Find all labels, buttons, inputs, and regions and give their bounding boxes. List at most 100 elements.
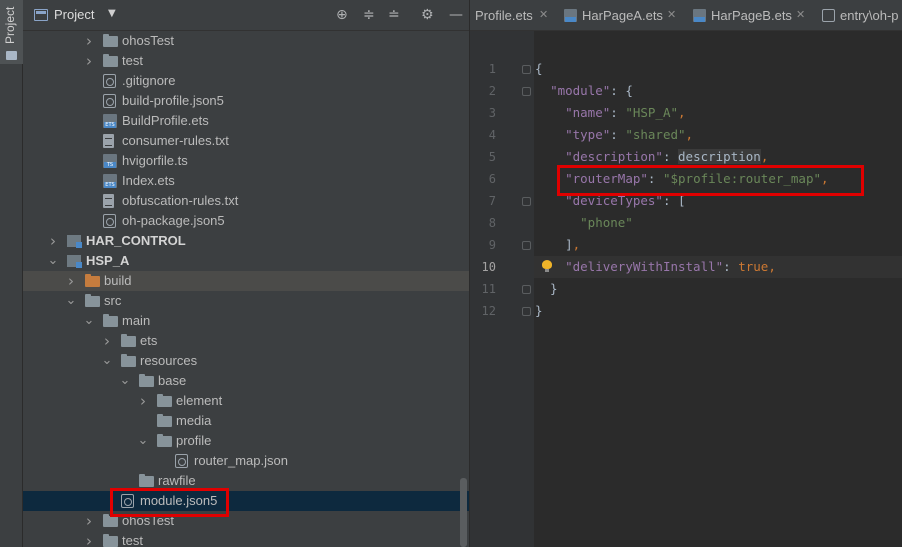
code-line[interactable]: { — [535, 58, 543, 80]
tree-item-label: HAR_CONTROL — [86, 233, 186, 248]
tree-item[interactable]: oh-package.json5 — [23, 211, 469, 231]
line-number: 8 — [488, 216, 496, 230]
code-line[interactable]: } — [535, 300, 543, 322]
chevron-right-icon[interactable]: › — [83, 51, 95, 71]
code-line[interactable]: "deliveryWithInstall": true, — [535, 256, 776, 278]
folder-icon — [121, 354, 136, 367]
chevron-down-icon[interactable]: ⌄ — [119, 371, 131, 391]
tree-item-label: hvigorfile.ts — [122, 153, 188, 168]
tree-item-label: base — [158, 373, 187, 388]
tree-item[interactable]: media — [23, 411, 469, 431]
chevron-down-icon[interactable]: ⌄ — [65, 291, 77, 311]
chevron-right-icon[interactable]: › — [137, 391, 149, 411]
tree-item[interactable]: consumer-rules.txt — [23, 131, 469, 151]
tree-item-label: consumer-rules.txt — [122, 133, 229, 148]
ts-file-icon: TS — [103, 154, 117, 168]
tree-item[interactable]: › test — [23, 51, 469, 71]
tree-item[interactable]: ⌄ base — [23, 371, 469, 391]
close-icon[interactable]: ✕ — [796, 0, 805, 30]
code-token: ] — [535, 237, 573, 252]
tree-item-label: .gitignore — [122, 73, 176, 88]
line-number: 3 — [488, 106, 496, 120]
chevron-down-icon[interactable]: ⌄ — [101, 351, 113, 371]
tree-item[interactable]: build-profile.json5 — [23, 91, 469, 111]
tree-item[interactable]: router_map.json — [23, 451, 469, 471]
collapse-all-icon[interactable]: ≐ — [388, 6, 400, 24]
tree-item[interactable]: › HAR_CONTROL — [23, 231, 469, 251]
code-line[interactable]: } — [535, 278, 558, 300]
code-token: } — [535, 281, 558, 296]
tree-item[interactable]: module.json5 — [23, 491, 469, 511]
tree-item[interactable]: ⌄ src — [23, 291, 469, 311]
tree-item[interactable]: TS hvigorfile.ts — [23, 151, 469, 171]
code-token: : — [723, 259, 739, 274]
tree-item[interactable]: obfuscation-rules.txt — [23, 191, 469, 211]
hide-panel-icon[interactable]: — — [449, 6, 463, 24]
code-line[interactable]: ], — [535, 234, 580, 256]
chevron-right-icon[interactable]: › — [65, 271, 77, 291]
folder-icon — [103, 34, 118, 47]
chevron-right-icon[interactable]: › — [47, 231, 59, 251]
tree-item[interactable]: ⌄ resources — [23, 351, 469, 371]
folder-icon — [139, 474, 154, 487]
code-line[interactable]: "name": "HSP_A", — [535, 102, 685, 124]
json-file-icon — [822, 9, 835, 22]
tree-item[interactable]: › ets — [23, 331, 469, 351]
fold-marker-icon[interactable] — [522, 65, 531, 74]
project-panel-title[interactable]: Project — [54, 7, 94, 22]
expand-all-icon[interactable]: ≑ — [363, 6, 375, 24]
tree-item[interactable]: ETS Index.ets — [23, 171, 469, 191]
tree-item[interactable]: ⌄ HSP_A — [23, 251, 469, 271]
editor-tab[interactable]: HarPageA.ets ✕ — [562, 0, 682, 30]
folder-icon — [121, 334, 136, 347]
lightbulb-icon[interactable] — [542, 260, 552, 272]
code-token: "HSP_A" — [625, 105, 679, 120]
folder-icon — [157, 394, 172, 407]
line-number: 4 — [488, 128, 496, 142]
tree-item[interactable]: › ohosTest — [23, 511, 469, 531]
chevron-right-icon[interactable]: › — [83, 31, 95, 51]
tree-item-label: BuildProfile.ets — [122, 113, 209, 128]
fold-marker-icon[interactable] — [522, 241, 531, 250]
editor-tab[interactable]: HarPageB.ets ✕ — [691, 0, 811, 30]
tree-item[interactable]: rawfile — [23, 471, 469, 491]
code-editor[interactable]: 1 2 3 4 5 6 7 8 9 10 11 12 { "module": { "name": "H… — [470, 31, 902, 547]
tree-item-label: oh-package.json5 — [122, 213, 225, 228]
fold-marker-icon[interactable] — [522, 87, 531, 96]
tree-item[interactable]: .gitignore — [23, 71, 469, 91]
tree-item[interactable]: › test — [23, 531, 469, 547]
chevron-down-icon[interactable]: ⌄ — [83, 311, 95, 331]
code-line[interactable]: "type": "shared", — [535, 124, 693, 146]
tree-item[interactable]: › build — [23, 271, 469, 291]
project-tool-tab[interactable]: Project — [0, 0, 23, 64]
line-number: 5 — [488, 150, 496, 164]
code-token: "shared" — [625, 127, 686, 142]
chevron-right-icon[interactable]: › — [83, 511, 95, 531]
tree-scrollbar[interactable] — [460, 478, 467, 547]
editor-tab[interactable]: entry\oh-p — [820, 0, 902, 30]
tree-item[interactable]: › ohosTest — [23, 31, 469, 51]
line-number: 9 — [488, 238, 496, 252]
chevron-right-icon[interactable]: › — [101, 331, 113, 351]
chevron-down-icon[interactable]: ▼ — [108, 8, 116, 19]
settings-icon[interactable]: ⚙ — [421, 6, 434, 24]
line-number: 1 — [488, 62, 496, 76]
close-icon[interactable]: ✕ — [539, 0, 548, 30]
locate-icon[interactable]: ⊕ — [336, 6, 348, 24]
code-line[interactable]: "phone" — [535, 212, 633, 234]
code-line[interactable]: "module": { — [535, 80, 633, 102]
chevron-down-icon[interactable]: ⌄ — [137, 431, 149, 451]
chevron-down-icon[interactable]: ⌄ — [47, 251, 59, 271]
fold-marker-icon[interactable] — [522, 197, 531, 206]
tree-item[interactable]: ⌄ profile — [23, 431, 469, 451]
tree-item[interactable]: ETS BuildProfile.ets — [23, 111, 469, 131]
chevron-right-icon[interactable]: › — [83, 531, 95, 547]
text-file-icon — [103, 194, 114, 208]
tree-item[interactable]: › element — [23, 391, 469, 411]
fold-marker-icon[interactable] — [522, 285, 531, 294]
close-icon[interactable]: ✕ — [667, 0, 676, 30]
tree-item[interactable]: ⌄ main — [23, 311, 469, 331]
fold-marker-icon[interactable] — [522, 307, 531, 316]
tree-item-label: main — [122, 313, 151, 328]
tree-item-label: obfuscation-rules.txt — [122, 193, 239, 208]
